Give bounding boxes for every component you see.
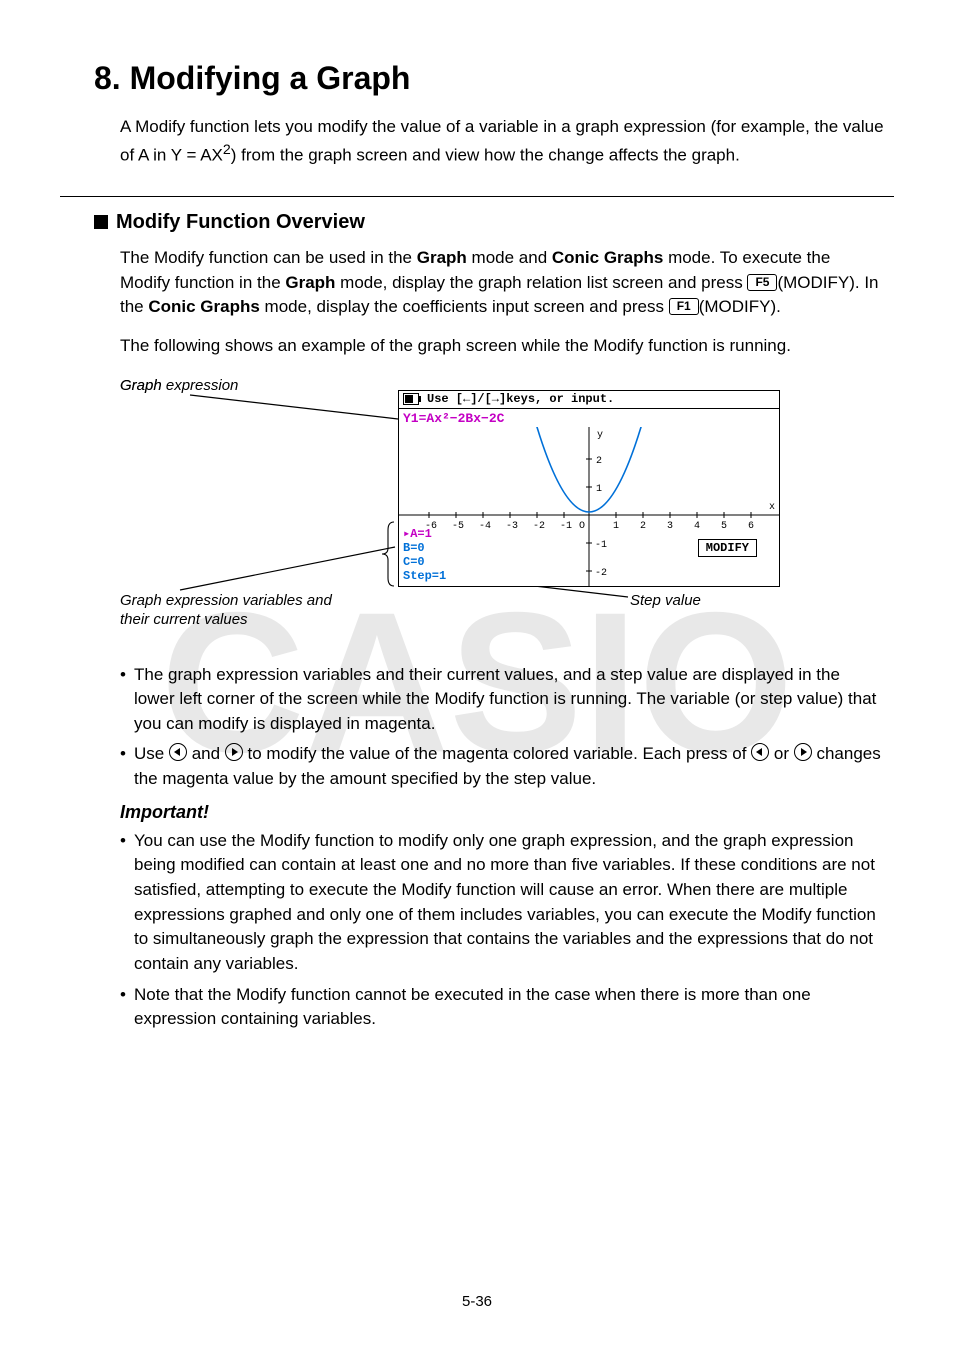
svg-text:3: 3 bbox=[667, 521, 673, 532]
overview-paragraph-1: The Modify function can be used in the G… bbox=[120, 246, 884, 320]
page-title: 8. Modifying a Graph bbox=[94, 60, 894, 97]
svg-text:y: y bbox=[597, 430, 603, 441]
svg-text:6: 6 bbox=[748, 521, 754, 532]
p1-b: mode and bbox=[467, 248, 552, 267]
b2-c: to modify the value of the magenta color… bbox=[243, 744, 751, 763]
svg-text:2: 2 bbox=[596, 456, 602, 467]
square-bullet-icon bbox=[94, 215, 108, 229]
svg-text:O: O bbox=[579, 521, 585, 532]
calc-expression: Y1=Ax²−2Bx−2C bbox=[399, 409, 779, 426]
list-item: The graph expression variables and their… bbox=[120, 663, 884, 737]
left-arrow-icon bbox=[169, 743, 187, 761]
subsection-text: Modify Function Overview bbox=[116, 211, 365, 233]
svg-text:-1: -1 bbox=[560, 521, 572, 532]
p1-d: mode, display the graph relation list sc… bbox=[335, 273, 747, 292]
var-c: C=0 bbox=[403, 556, 446, 570]
figure: Graph expression Graph Graph expression … bbox=[120, 377, 894, 637]
svg-text:2: 2 bbox=[640, 521, 646, 532]
important-heading: Important! bbox=[120, 802, 894, 823]
calc-variables: ▸A=1 B=0 C=0 Step=1 bbox=[403, 528, 446, 583]
b2-b: and bbox=[187, 744, 225, 763]
svg-text:-1: -1 bbox=[595, 540, 607, 551]
svg-text:4: 4 bbox=[694, 521, 700, 532]
list-item: Note that the Modify function cannot be … bbox=[120, 983, 884, 1032]
page-number: 5-36 bbox=[0, 1293, 954, 1310]
list-item: Use and to modify the value of the magen… bbox=[120, 742, 884, 791]
right-arrow-icon bbox=[794, 743, 812, 761]
calc-plot-area: -6-5-4-3-2-1 123456 12-1-2 O y x bbox=[399, 427, 779, 587]
modify-indicator: MODIFY bbox=[698, 539, 757, 557]
divider bbox=[60, 196, 894, 197]
p1-f: mode, display the coefficients input scr… bbox=[260, 297, 669, 316]
svg-text:5: 5 bbox=[721, 521, 727, 532]
svg-text:-3: -3 bbox=[506, 521, 518, 532]
intro-sup: 2 bbox=[223, 142, 231, 158]
intro-text-b: ) from the graph screen and view how the… bbox=[231, 145, 740, 164]
p1-conic: Conic Graphs bbox=[552, 248, 663, 267]
right-arrow-icon bbox=[225, 743, 243, 761]
overview-paragraph-2: The following shows an example of the gr… bbox=[120, 334, 884, 359]
intro-paragraph: A Modify function lets you modify the va… bbox=[120, 115, 884, 168]
battery-icon bbox=[403, 393, 419, 405]
f5-key-icon: F5 bbox=[747, 274, 777, 291]
svg-text:-5: -5 bbox=[452, 521, 464, 532]
b2-d: or bbox=[769, 744, 794, 763]
p1-graph-2: Graph bbox=[285, 273, 335, 292]
svg-text:1: 1 bbox=[613, 521, 619, 532]
p1-graph: Graph bbox=[417, 248, 467, 267]
calc-header: Use [←]/[→]keys, or input. bbox=[399, 391, 779, 409]
svg-text:1: 1 bbox=[596, 484, 602, 495]
svg-text:x: x bbox=[769, 502, 775, 513]
var-step: Step=1 bbox=[403, 570, 446, 584]
calculator-screen: Use [←]/[→]keys, or input. Y1=Ax²−2Bx−2C bbox=[398, 390, 780, 587]
subsection-heading: Modify Function Overview bbox=[94, 211, 894, 234]
svg-text:-2: -2 bbox=[595, 568, 607, 579]
svg-text:-2: -2 bbox=[533, 521, 545, 532]
list-item: You can use the Modify function to modif… bbox=[120, 829, 884, 977]
var-a: ▸A=1 bbox=[403, 528, 446, 542]
b2-a: Use bbox=[134, 744, 169, 763]
p1-a: The Modify function can be used in the bbox=[120, 248, 417, 267]
calc-header-text: Use [←]/[→]keys, or input. bbox=[427, 392, 614, 406]
bullet-list-2: You can use the Modify function to modif… bbox=[120, 829, 884, 1032]
p1-conic-2: Conic Graphs bbox=[148, 297, 259, 316]
bullet-list-1: The graph expression variables and their… bbox=[120, 663, 884, 792]
p1-g: (MODIFY). bbox=[699, 297, 781, 316]
var-b: B=0 bbox=[403, 542, 446, 556]
f1-key-icon: F1 bbox=[669, 298, 699, 315]
left-arrow-icon bbox=[751, 743, 769, 761]
svg-text:-4: -4 bbox=[479, 521, 491, 532]
